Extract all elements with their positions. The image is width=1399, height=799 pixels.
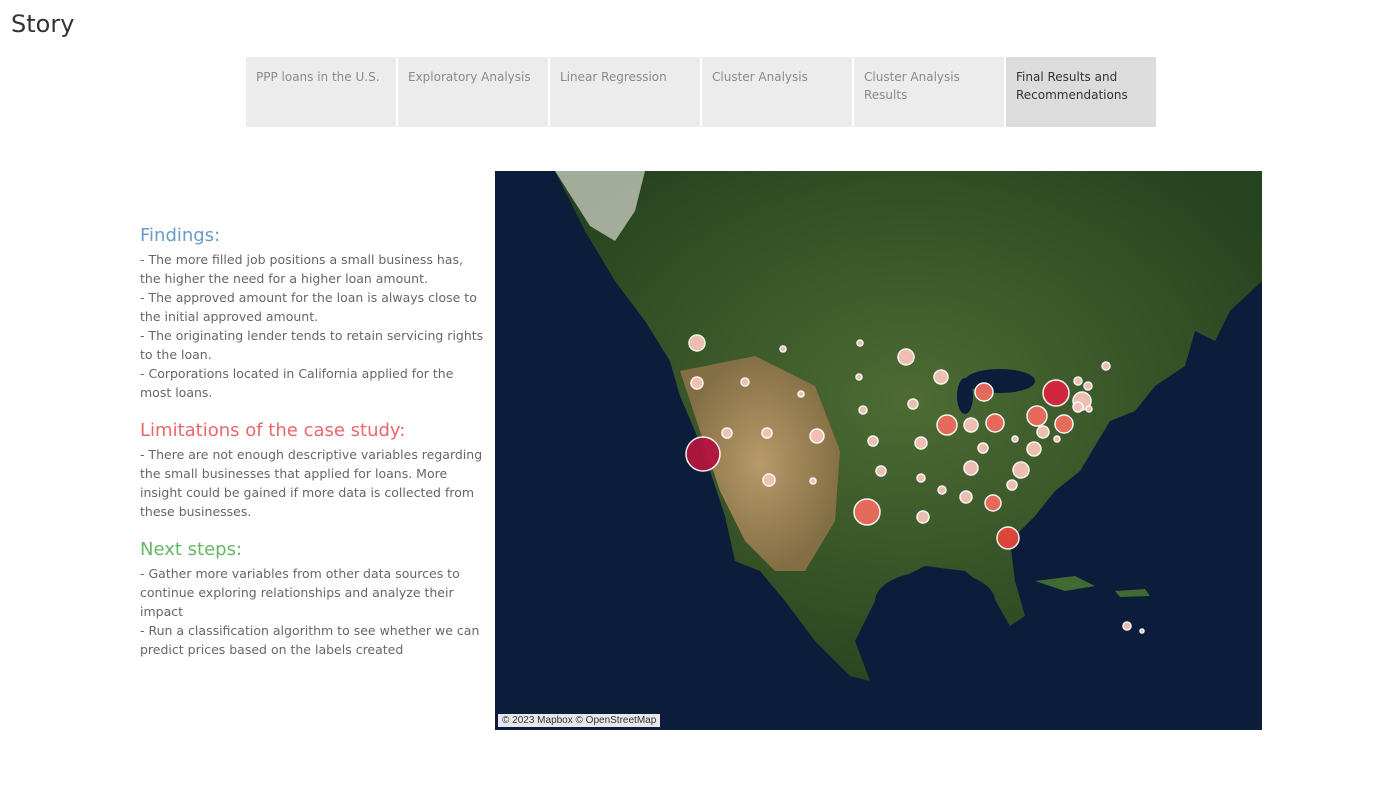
loan-marker[interactable] [809, 428, 825, 444]
loan-marker[interactable] [897, 348, 915, 366]
loan-marker[interactable] [688, 334, 706, 352]
loan-marker[interactable] [936, 414, 958, 436]
tab-cluster-analysis-results[interactable]: Cluster Analysis Results [854, 57, 1004, 127]
loan-marker[interactable] [1122, 621, 1132, 631]
next-steps-item: - Run a classification algorithm to see … [140, 623, 480, 657]
map-attribution: © 2023 Mapbox © OpenStreetMap [498, 714, 661, 727]
story-title: Story [11, 10, 75, 38]
loan-marker[interactable] [996, 526, 1020, 550]
loan-marker[interactable] [974, 382, 994, 402]
loan-marker[interactable] [1101, 361, 1111, 371]
findings-item: - The approved amount for the loan is al… [140, 290, 477, 324]
loan-marker[interactable] [809, 477, 817, 485]
loan-marker[interactable] [721, 427, 733, 439]
great-lakes [957, 378, 973, 414]
tab-cluster-analysis[interactable]: Cluster Analysis [702, 57, 852, 127]
loan-marker[interactable] [959, 490, 973, 504]
loan-marker[interactable] [963, 417, 979, 433]
limitations-heading: Limitations of the case study: [140, 420, 406, 441]
limitations-item: - There are not enough descriptive varia… [140, 447, 483, 519]
findings-item: - The originating lender tends to retain… [140, 328, 484, 362]
loan-marker[interactable] [984, 494, 1002, 512]
loan-marker[interactable] [1026, 441, 1042, 457]
tab-ppp-loans[interactable]: PPP loans in the U.S. [246, 57, 396, 127]
loan-marker[interactable] [867, 435, 879, 447]
tab-exploratory-analysis[interactable]: Exploratory Analysis [398, 57, 548, 127]
loan-marker[interactable] [858, 405, 868, 415]
loan-marker[interactable] [779, 345, 787, 353]
loan-marker[interactable] [853, 498, 881, 526]
loan-marker[interactable] [740, 377, 750, 387]
loan-marker[interactable] [916, 473, 926, 483]
gulf-of-mexico [875, 571, 995, 631]
tab-linear-regression[interactable]: Linear Regression [550, 57, 700, 127]
loan-marker[interactable] [963, 460, 979, 476]
loan-marker[interactable] [797, 390, 805, 398]
loan-marker[interactable] [907, 398, 919, 410]
loan-marker[interactable] [1012, 461, 1030, 479]
loan-marker[interactable] [977, 442, 989, 454]
loan-marker[interactable] [1053, 435, 1061, 443]
loan-map[interactable]: © 2023 Mapbox © OpenStreetMap [495, 171, 1262, 730]
loan-marker[interactable] [1026, 405, 1048, 427]
loan-marker[interactable] [1054, 414, 1074, 434]
loan-marker[interactable] [762, 473, 776, 487]
story-tabs: PPP loans in the U.S. Exploratory Analys… [246, 57, 1156, 127]
loan-marker[interactable] [1042, 379, 1070, 407]
loan-marker[interactable] [985, 413, 1005, 433]
loan-marker[interactable] [1085, 405, 1093, 413]
loan-marker[interactable] [855, 373, 863, 381]
loan-marker[interactable] [933, 369, 949, 385]
loan-marker[interactable] [690, 376, 704, 390]
loan-marker[interactable] [685, 436, 721, 472]
findings-item: - Corporations located in California app… [140, 366, 454, 400]
loan-marker[interactable] [1139, 628, 1145, 634]
loan-marker[interactable] [1073, 376, 1083, 386]
loan-marker[interactable] [1011, 435, 1019, 443]
loan-marker[interactable] [856, 339, 864, 347]
map-canvas [495, 171, 1262, 730]
loan-marker[interactable] [937, 485, 947, 495]
tab-final-results[interactable]: Final Results and Recommendations [1006, 57, 1156, 127]
loan-marker[interactable] [914, 436, 928, 450]
text-pane: Findings: - The more filled job position… [140, 225, 485, 659]
next-steps-heading: Next steps: [140, 539, 243, 560]
loan-marker[interactable] [1072, 401, 1084, 413]
findings-heading: Findings: [140, 225, 221, 246]
loan-marker[interactable] [1036, 425, 1050, 439]
loan-marker[interactable] [916, 510, 930, 524]
loan-marker[interactable] [875, 465, 887, 477]
loan-marker[interactable] [761, 427, 773, 439]
loan-marker[interactable] [1083, 381, 1093, 391]
next-steps-item: - Gather more variables from other data … [140, 566, 460, 619]
loan-marker[interactable] [1006, 479, 1018, 491]
findings-item: - The more filled job positions a small … [140, 252, 463, 286]
